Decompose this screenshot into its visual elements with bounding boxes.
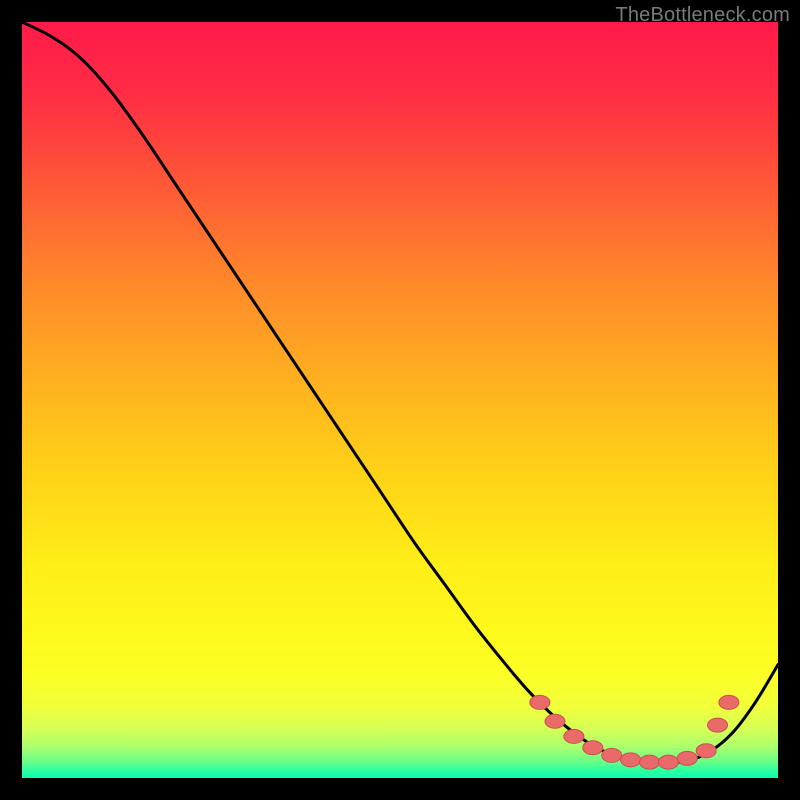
dot bbox=[708, 718, 728, 732]
highlight-dots bbox=[530, 695, 739, 769]
dot bbox=[696, 744, 716, 758]
dot bbox=[621, 753, 641, 767]
dot bbox=[639, 755, 659, 769]
dot bbox=[564, 729, 584, 743]
dot bbox=[677, 751, 697, 765]
bottleneck-curve bbox=[22, 22, 778, 763]
chart-frame: TheBottleneck.com bbox=[0, 0, 800, 800]
plot-area bbox=[22, 22, 778, 778]
dot bbox=[545, 714, 565, 728]
dot bbox=[583, 741, 603, 755]
watermark-text: TheBottleneck.com bbox=[615, 4, 790, 27]
curve-layer bbox=[22, 22, 778, 778]
dot bbox=[719, 695, 739, 709]
dot bbox=[658, 755, 678, 769]
dot bbox=[530, 695, 550, 709]
dot bbox=[602, 748, 622, 762]
